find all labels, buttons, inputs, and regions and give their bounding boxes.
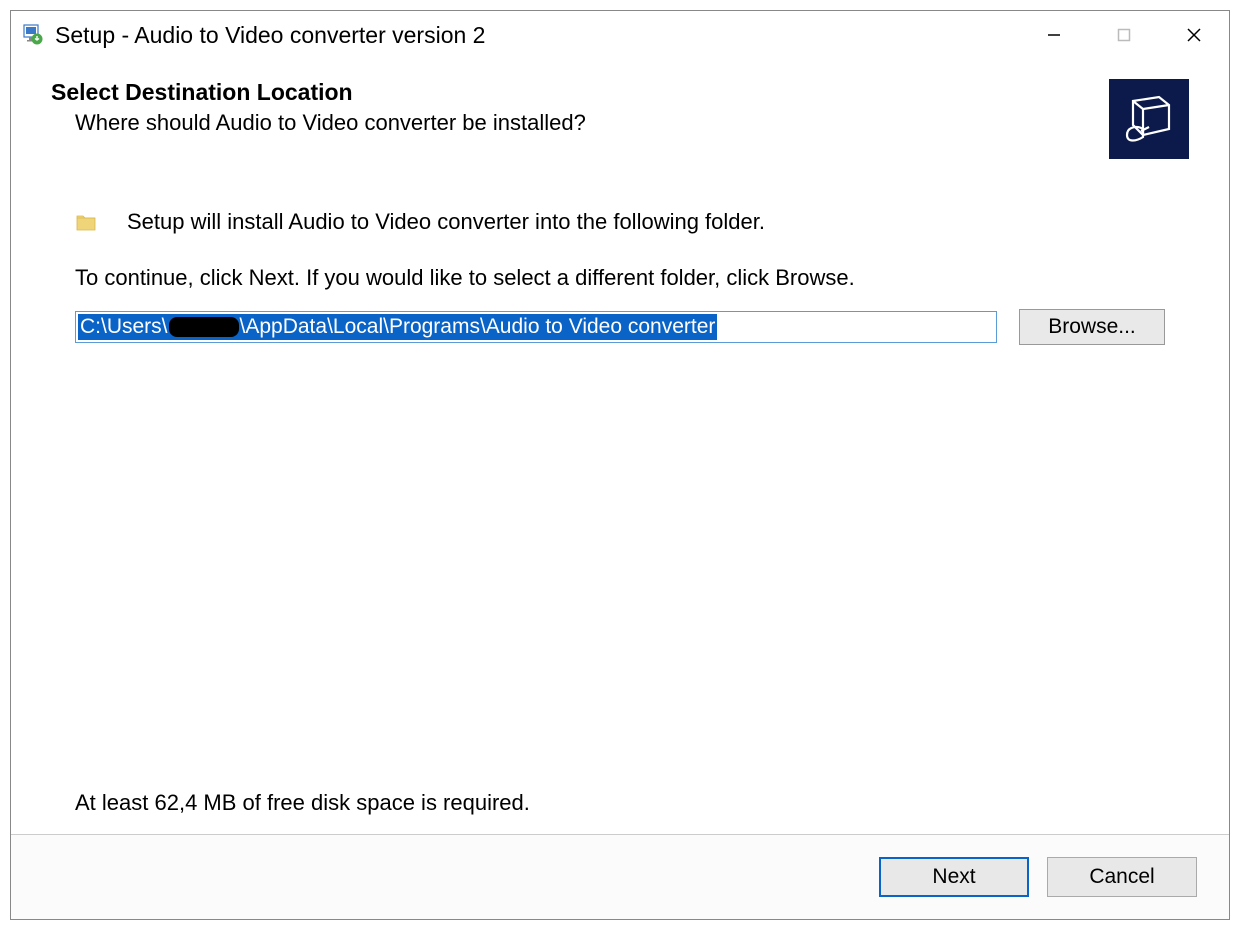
wizard-icon: [1109, 79, 1189, 159]
destination-path-input[interactable]: C:\Users\ \AppData\Local\Programs\Audio t…: [75, 311, 997, 343]
folder-icon: [75, 211, 97, 233]
next-button[interactable]: Next: [879, 857, 1029, 897]
page-heading: Select Destination Location: [51, 79, 586, 106]
window-controls: [1019, 11, 1229, 59]
maximize-button: [1089, 11, 1159, 59]
disk-space-requirement: At least 62,4 MB of free disk space is r…: [75, 790, 1189, 816]
installer-icon: [21, 23, 45, 47]
close-button[interactable]: [1159, 11, 1229, 59]
cancel-button[interactable]: Cancel: [1047, 857, 1197, 897]
redacted-username: [169, 317, 239, 337]
path-suffix: \AppData\Local\Programs\Audio to Video c…: [240, 315, 716, 339]
install-description: Setup will install Audio to Video conver…: [127, 209, 765, 235]
minimize-button[interactable]: [1019, 11, 1089, 59]
continue-instruction: To continue, click Next. If you would li…: [75, 265, 1165, 291]
window-title: Setup - Audio to Video converter version…: [55, 22, 1019, 49]
path-prefix: C:\Users\: [80, 315, 168, 339]
titlebar: Setup - Audio to Video converter version…: [11, 11, 1229, 59]
browse-button[interactable]: Browse...: [1019, 309, 1165, 345]
footer: Next Cancel: [11, 835, 1229, 919]
content-area: Select Destination Location Where should…: [11, 59, 1229, 834]
setup-window: Setup - Audio to Video converter version…: [10, 10, 1230, 920]
page-subheading: Where should Audio to Video converter be…: [75, 110, 586, 136]
